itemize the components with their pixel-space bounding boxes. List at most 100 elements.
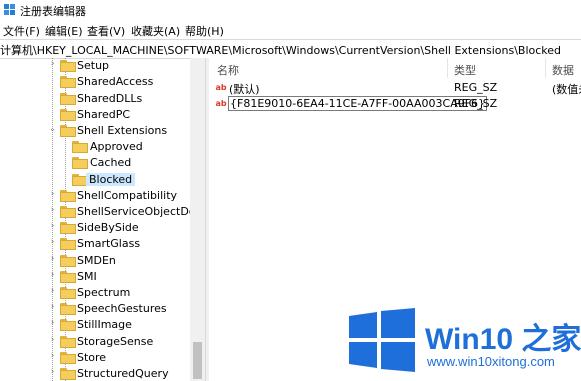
expand-chevron-icon[interactable]: › — [48, 302, 57, 316]
folder-icon — [60, 76, 76, 88]
column-header-data[interactable]: 数据 — [552, 62, 574, 82]
folder-icon — [60, 352, 76, 364]
value-data: (数值未 — [552, 83, 581, 96]
scrollbar-thumb[interactable] — [193, 342, 202, 379]
tree-item-label: Blocked — [86, 173, 136, 186]
tree-item-label: ShellCompatibility — [77, 189, 178, 202]
tree-item-spectrum[interactable]: › Spectrum — [0, 285, 190, 301]
tree-item-stillimage[interactable]: › StillImage — [0, 317, 190, 333]
folder-icon — [72, 157, 88, 169]
expand-chevron-icon[interactable]: › — [48, 335, 57, 349]
tree-item-setup[interactable]: › Setup — [0, 58, 190, 74]
tree-item-sidebyside[interactable]: › SideBySide — [0, 220, 190, 236]
tree-item-label: Shell Extensions — [77, 124, 168, 137]
tree-item-smi[interactable]: › SMI — [0, 269, 190, 285]
tree-item-shellserviceobjectdelayload[interactable]: › ShellServiceObjectDelayl — [0, 204, 205, 220]
tree-item-shareddlls[interactable]: SharedDLLs — [0, 91, 190, 107]
expand-chevron-icon[interactable]: › — [48, 221, 57, 235]
folder-icon — [60, 255, 76, 267]
column-divider[interactable] — [447, 58, 448, 78]
tree-item-sharedaccess[interactable]: SharedAccess — [0, 74, 190, 90]
folder-icon — [60, 93, 76, 105]
regedit-app-icon — [4, 4, 15, 15]
folder-icon — [60, 303, 76, 315]
windows-logo-icon — [349, 308, 415, 372]
folder-icon — [60, 319, 76, 331]
folder-icon — [60, 125, 76, 137]
tree-item-smartglass[interactable]: › SmartGlass — [0, 236, 190, 252]
value-row-clsid[interactable]: ab {F81E9010-6EA4-11CE-A7FF-00AA003CA9F6… — [209, 96, 581, 112]
string-value-icon: ab — [215, 83, 227, 92]
tree-item-storagesense[interactable]: › StorageSense — [0, 334, 190, 350]
column-divider[interactable] — [545, 58, 546, 78]
tree-item-label: SmartGlass — [77, 237, 141, 250]
menu-bar: 文件(F) 编辑(E) 查看(V) 收藏夹(A) 帮助(H) — [0, 20, 581, 39]
tree-item-label: Setup — [77, 59, 110, 72]
tree-item-speechgestures[interactable]: › SpeechGestures — [0, 301, 190, 317]
expand-chevron-icon[interactable]: › — [48, 59, 57, 73]
column-header-name[interactable]: 名称 — [217, 62, 239, 82]
column-header-type[interactable]: 类型 — [454, 62, 476, 82]
expand-chevron-icon[interactable]: › — [48, 189, 57, 203]
folder-icon — [60, 287, 76, 299]
folder-icon — [60, 368, 76, 380]
tree-item-label: StorageSense — [77, 335, 154, 348]
expand-chevron-icon[interactable]: › — [48, 286, 57, 300]
value-row-default[interactable]: ab (默认) REG_SZ (数值未 — [209, 80, 581, 96]
watermark-title: Win10 之家 — [425, 323, 581, 356]
folder-icon — [60, 109, 76, 121]
value-type: REG_SZ — [454, 97, 498, 110]
value-name: (默认) — [229, 83, 260, 96]
tree-item-label: StillImage — [77, 318, 132, 331]
tree-item-label: SharedAccess — [77, 75, 154, 88]
tree-item-label: SharedPC — [77, 108, 131, 121]
tree-item-shellcompatibility[interactable]: › ShellCompatibility — [0, 188, 190, 204]
expand-chevron-icon[interactable]: › — [48, 254, 57, 268]
collapse-chevron-icon[interactable]: ⌄ — [48, 124, 57, 138]
tree-item-cached[interactable]: Cached — [0, 155, 190, 171]
tree-item-sharedpc[interactable]: SharedPC — [0, 107, 190, 123]
tree-item-label: SMI — [77, 270, 97, 283]
folder-icon — [60, 238, 76, 250]
menu-help[interactable]: 帮助(H) — [185, 23, 224, 39]
value-type: REG_SZ — [454, 81, 498, 94]
folder-icon — [72, 141, 88, 153]
watermark-url: www.win10xitong.com — [427, 354, 555, 369]
menu-favorites[interactable]: 收藏夹(A) — [131, 23, 180, 39]
folder-icon — [60, 190, 76, 202]
tree-scrollbar[interactable] — [190, 58, 205, 381]
tree-item-label: SharedDLLs — [77, 92, 143, 105]
tree-item-structuredquery[interactable]: › StructuredQuery — [0, 366, 190, 381]
tree-item-label: SideBySide — [77, 221, 139, 234]
expand-chevron-icon[interactable]: › — [48, 367, 57, 381]
folder-icon — [60, 271, 76, 283]
folder-icon — [60, 222, 76, 234]
tree-item-blocked[interactable]: Blocked — [0, 172, 190, 188]
tree-item-label: Store — [77, 351, 107, 364]
menu-file[interactable]: 文件(F) — [3, 23, 40, 39]
tree-item-label: ShellServiceObjectDelayl — [77, 205, 205, 218]
watermark: Win10 之家 www.win10xitong.com — [345, 304, 581, 381]
value-name-edit-field[interactable]: {F81E9010-6EA4-11CE-A7FF-00AA003CA9F6} — [228, 96, 488, 111]
registry-tree: › Setup SharedAccess SharedDLLs SharedPC… — [0, 58, 205, 381]
expand-chevron-icon[interactable]: › — [48, 351, 57, 365]
expand-chevron-icon[interactable]: › — [48, 205, 57, 219]
tree-item-label: SMDEn — [77, 254, 116, 267]
tree-item-approved[interactable]: Approved — [0, 139, 190, 155]
address-path[interactable]: 计算机\HKEY_LOCAL_MACHINE\SOFTWARE\Microsof… — [0, 42, 561, 58]
address-bar[interactable]: 计算机\HKEY_LOCAL_MACHINE\SOFTWARE\Microsof… — [0, 39, 581, 59]
expand-chevron-icon[interactable]: › — [48, 270, 57, 284]
tree-item-label: StructuredQuery — [77, 367, 169, 380]
tree-item-label: SpeechGestures — [77, 302, 167, 315]
tree-item-smden[interactable]: › SMDEn — [0, 253, 190, 269]
menu-view[interactable]: 查看(V) — [87, 23, 125, 39]
tree-item-label: Approved — [90, 140, 143, 153]
tree-item-store[interactable]: › Store — [0, 350, 190, 366]
expand-chevron-icon[interactable]: › — [48, 318, 57, 332]
menu-edit[interactable]: 编辑(E) — [45, 23, 83, 39]
string-value-icon: ab — [215, 99, 227, 108]
tree-item-label: Cached — [90, 156, 132, 169]
expand-chevron-icon[interactable]: › — [48, 237, 57, 251]
folder-icon — [60, 206, 76, 218]
tree-item-shell-extensions[interactable]: ⌄ Shell Extensions — [0, 123, 190, 139]
